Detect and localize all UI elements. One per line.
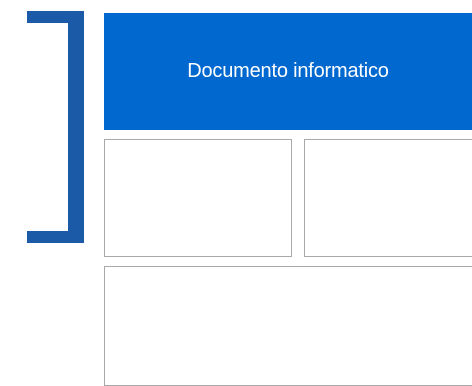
empty-panel-bottom [104,266,472,386]
document-title-box: Documento informatico [104,13,472,130]
empty-panel-right [304,139,472,257]
document-title: Documento informatico [187,60,389,82]
empty-panel-left [104,139,292,257]
decorative-bracket [27,11,84,243]
